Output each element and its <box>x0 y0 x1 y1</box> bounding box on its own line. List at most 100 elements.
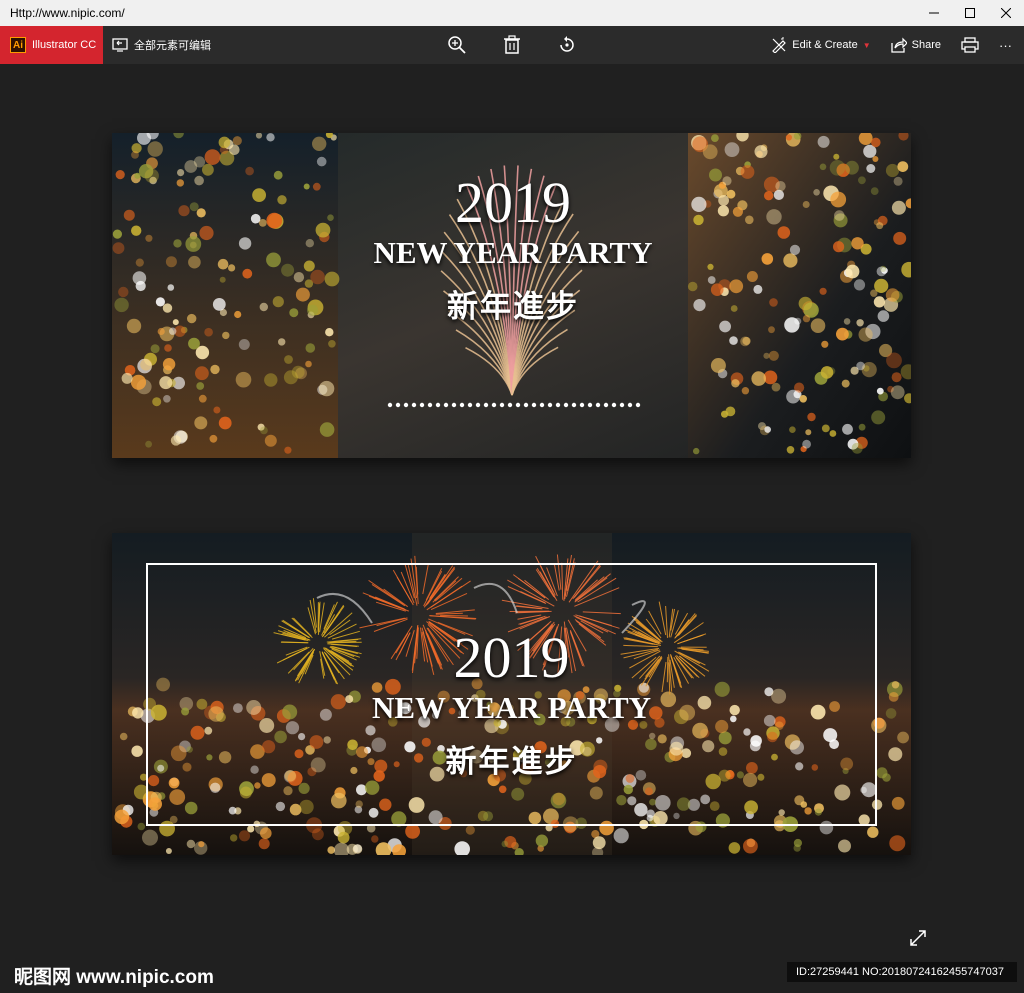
bokeh-light <box>278 338 286 346</box>
bokeh-light <box>873 296 886 308</box>
bokeh-light <box>817 135 830 148</box>
bokeh-light <box>768 326 775 334</box>
bokeh-light <box>316 156 327 167</box>
bokeh-light <box>789 244 801 255</box>
bokeh-light <box>871 410 886 425</box>
bokeh-light <box>365 725 376 736</box>
bokeh-light <box>247 825 255 833</box>
bokeh-light <box>188 337 200 350</box>
bokeh-light <box>707 276 716 284</box>
bokeh-light <box>802 201 810 208</box>
bokeh-light <box>833 153 840 160</box>
divider-dot <box>539 402 545 408</box>
divider-dot <box>411 402 417 408</box>
divider-dot <box>531 402 537 408</box>
edit-create-button[interactable]: Edit & Create ▼ <box>771 37 871 53</box>
bokeh-light <box>842 423 853 435</box>
bokeh-light <box>843 318 851 325</box>
bokeh-light <box>870 187 879 195</box>
bokeh-light <box>710 358 726 373</box>
bokeh-light <box>238 339 250 350</box>
minimize-icon <box>929 12 939 14</box>
maximize-button[interactable] <box>952 0 988 26</box>
bokeh-light <box>897 161 909 172</box>
divider-dot <box>459 402 465 408</box>
close-button[interactable] <box>988 0 1024 26</box>
bokeh-light <box>891 796 905 810</box>
bokeh-light <box>284 355 293 364</box>
banner-1-headline: NEW YEAR PARTY <box>373 235 653 270</box>
bokeh-light <box>693 214 704 226</box>
bokeh-light <box>858 176 866 185</box>
minimize-button[interactable] <box>916 0 952 26</box>
bokeh-light <box>319 422 335 437</box>
bokeh-light <box>331 792 347 809</box>
bokeh-light <box>743 838 758 854</box>
bokeh-light <box>157 327 165 336</box>
bokeh-light <box>834 784 851 801</box>
bokeh-light <box>242 268 253 279</box>
bokeh-light <box>465 825 475 835</box>
bokeh-light <box>751 371 766 386</box>
bokeh-light <box>368 807 379 818</box>
bokeh-light <box>312 136 327 151</box>
bokeh-light <box>793 838 803 848</box>
more-button[interactable]: ··· <box>999 38 1012 53</box>
edit-all-elements[interactable]: 全部元素可编辑 <box>112 26 211 64</box>
bokeh-light <box>829 160 846 176</box>
bokeh-light <box>783 253 798 268</box>
bokeh-light <box>210 782 221 793</box>
bokeh-light <box>655 795 671 811</box>
bokeh-light <box>813 189 820 196</box>
bokeh-light <box>814 808 823 816</box>
bokeh-light <box>729 336 738 345</box>
bokeh-light <box>196 382 205 390</box>
bokeh-light <box>819 820 834 835</box>
share-button[interactable]: Share <box>890 37 941 53</box>
bokeh-light <box>829 430 837 437</box>
bokeh-light <box>145 234 153 242</box>
bokeh-light <box>754 145 768 159</box>
bokeh-light <box>802 314 811 323</box>
bokeh-light <box>872 156 879 162</box>
bokeh-light <box>283 786 293 796</box>
bokeh-light <box>893 231 907 245</box>
bokeh-light <box>725 406 736 417</box>
bokeh-light <box>189 202 199 212</box>
nipic-watermark-logo: 昵图网 www.nipic.com <box>14 967 214 988</box>
divider-dot <box>579 402 585 408</box>
bokeh-light <box>841 379 850 388</box>
rotate-icon[interactable] <box>557 35 577 55</box>
bokeh-light <box>876 387 884 395</box>
bokeh-light <box>327 846 335 854</box>
zoom-in-icon[interactable] <box>447 35 467 55</box>
bokeh-light <box>730 305 738 312</box>
bokeh-light <box>184 160 198 173</box>
bokeh-light <box>769 298 778 307</box>
divider-dot <box>451 402 457 408</box>
bokeh-light <box>871 799 883 810</box>
delete-icon[interactable] <box>502 35 522 55</box>
bokeh-light <box>743 728 751 736</box>
bokeh-light <box>889 835 906 852</box>
divider-dot <box>491 402 497 408</box>
bokeh-light <box>891 200 906 215</box>
bokeh-light <box>724 142 740 157</box>
bokeh-light <box>731 379 740 388</box>
bokeh-light <box>867 826 879 838</box>
bokeh-light <box>209 434 218 443</box>
illustrator-badge[interactable]: Ai Illustrator CC <box>0 26 103 64</box>
bokeh-light <box>163 395 171 403</box>
bokeh-light <box>137 822 146 831</box>
divider-dot <box>515 402 521 408</box>
divider-dot <box>507 402 513 408</box>
print-button[interactable] <box>961 37 979 53</box>
bokeh-light <box>634 803 648 817</box>
chevron-down-icon: ▼ <box>862 40 871 50</box>
bokeh-light <box>112 229 122 239</box>
bokeh-light <box>732 206 744 217</box>
fullscreen-expand-icon[interactable] <box>908 928 928 948</box>
bokeh-light <box>649 798 656 806</box>
bokeh-light <box>644 787 653 796</box>
bokeh-light <box>871 137 881 148</box>
